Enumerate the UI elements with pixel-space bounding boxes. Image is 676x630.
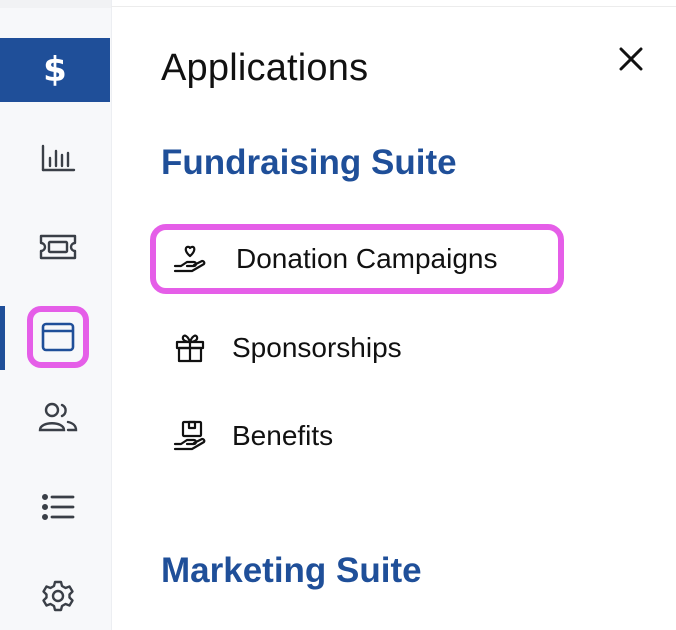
sidebar-item-applications[interactable] [27, 306, 89, 368]
app-label: Sponsorships [232, 332, 402, 363]
close-button[interactable] [612, 42, 650, 80]
active-indicator [0, 306, 5, 370]
hand-box-icon [172, 418, 208, 454]
app-label: Donation Campaigns [236, 243, 498, 274]
users-icon [37, 401, 79, 433]
sidebar-item-analytics[interactable] [27, 127, 89, 189]
dollar-icon: $ [43, 50, 67, 90]
browser-window-icon [41, 322, 75, 352]
panel-top-divider [111, 6, 676, 7]
close-icon [618, 46, 644, 77]
brand-button[interactable]: $ [0, 38, 110, 102]
sidebar-item-contacts[interactable] [27, 386, 89, 448]
hand-heart-icon [172, 241, 208, 277]
sidebar-rail: $ [0, 0, 112, 630]
sidebar-item-tickets[interactable] [27, 216, 89, 278]
list-icon [41, 493, 75, 521]
app-label: Benefits [232, 420, 334, 451]
sidebar-item-lists[interactable] [27, 476, 89, 538]
app-donation-campaigns[interactable]: Donation Campaigns [150, 224, 564, 294]
suite-title-fundraising: Fundraising Suite [161, 143, 457, 182]
app-sponsorships[interactable]: Sponsorships [172, 328, 402, 368]
app-benefits[interactable]: Benefits [172, 416, 333, 456]
bar-chart-icon [40, 143, 76, 173]
ticket-icon [38, 233, 78, 261]
rail-top-gap [0, 0, 111, 8]
panel-title: Applications [161, 47, 369, 89]
gear-icon [41, 579, 75, 613]
gift-icon [172, 330, 208, 366]
suite-title-marketing: Marketing Suite [161, 551, 422, 590]
sidebar-item-settings[interactable] [27, 565, 89, 627]
